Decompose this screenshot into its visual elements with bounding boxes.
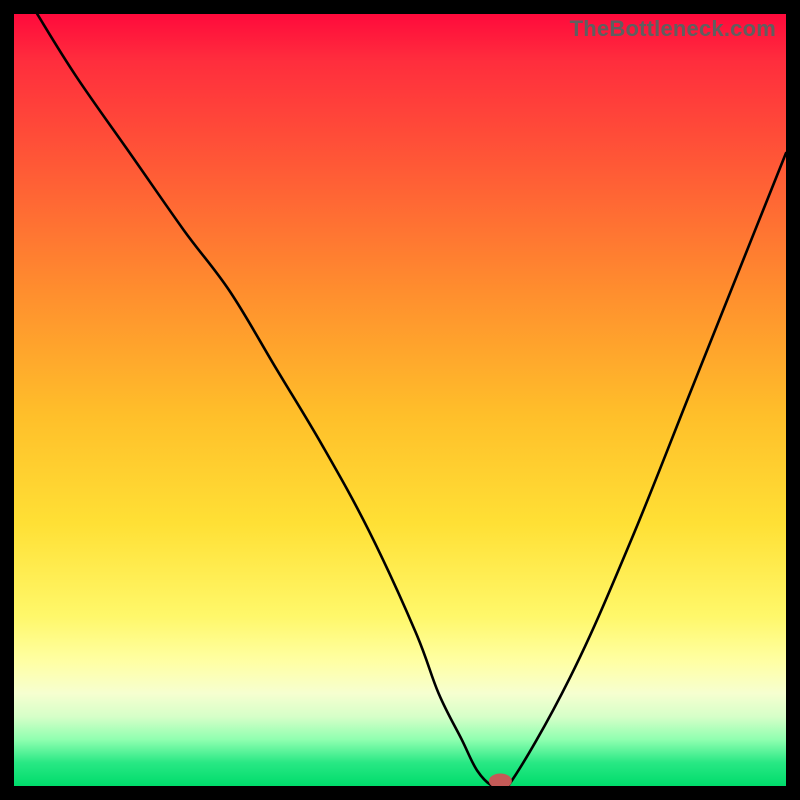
optimal-point-marker [489,774,511,786]
plot-area: TheBottleneck.com [14,14,786,786]
bottleneck-curve [37,14,786,786]
curve-overlay [14,14,786,786]
chart-frame: TheBottleneck.com [0,0,800,800]
